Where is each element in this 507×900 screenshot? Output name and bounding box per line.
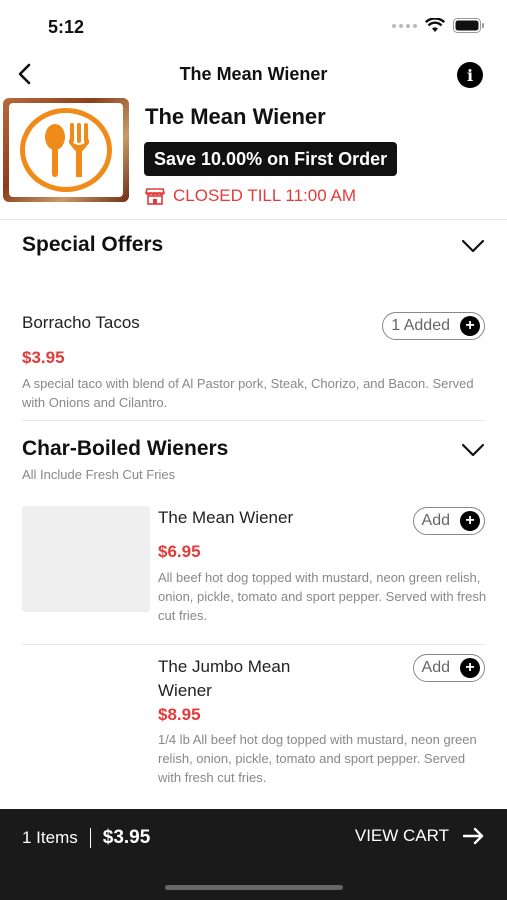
signal-icon [392, 23, 417, 28]
view-cart-label: VIEW CART [354, 826, 449, 845]
status-bar: 5:12 [0, 0, 507, 52]
add-button[interactable]: Add + [412, 654, 485, 682]
wifi-icon [425, 18, 445, 32]
cart-total: $3.95 [102, 827, 151, 848]
status-time: 5:12 [48, 17, 85, 37]
utensils-logo-icon [20, 108, 112, 192]
nav-title: The Mean Wiener [179, 64, 328, 84]
item-price: $3.95 [22, 348, 65, 367]
store-status: CLOSED TILL 11:00 AM [145, 186, 356, 206]
menu-list[interactable]: Special Offers Borracho Tacos 1 Added + … [0, 221, 507, 809]
add-button[interactable]: Add + [412, 507, 485, 535]
menu-item-jumbo-mean-wiener[interactable]: The Jumbo Mean Wiener Add + $8.95 1/4 lb… [0, 645, 507, 809]
closed-text: CLOSED TILL 11:00 AM [173, 186, 356, 205]
section-subtitle: All Include Fresh Cut Fries [22, 467, 176, 482]
cart-items-count: 1 Items [22, 828, 78, 847]
item-description: A special taco with blend of Al Pastor p… [22, 376, 474, 410]
section-title: Char-Boiled Wieners [22, 437, 229, 460]
battery-icon [453, 18, 484, 33]
store-header: The Mean Wiener Save 10.00% on First Ord… [0, 96, 507, 220]
added-label: 1 Added [391, 317, 450, 334]
promo-badge: Save 10.00% on First Order [144, 142, 398, 176]
item-name: Borracho Tacos [22, 313, 140, 332]
menu-item-borracho-tacos[interactable]: Borracho Tacos 1 Added + $3.95 A special… [0, 257, 507, 410]
plus-icon: + [460, 511, 480, 531]
store-icon [145, 188, 165, 205]
menu-item-mean-wiener[interactable]: The Mean Wiener Add + $6.95 All beef hot… [0, 494, 507, 644]
plus-icon: + [460, 658, 480, 678]
item-description: All beef hot dog topped with mustard, ne… [158, 570, 487, 623]
item-price: $6.95 [158, 542, 201, 561]
plus-icon: + [460, 316, 480, 336]
section-special-offers[interactable]: Special Offers [0, 221, 507, 257]
chevron-down-icon[interactable] [461, 239, 485, 253]
cart-separator [89, 828, 91, 848]
store-name: The Mean Wiener [145, 104, 326, 129]
add-label: Add [421, 659, 450, 676]
added-button[interactable]: 1 Added + [382, 312, 485, 340]
info-icon[interactable]: i [457, 62, 483, 88]
chevron-down-icon[interactable] [461, 443, 485, 457]
item-price: $8.95 [158, 705, 201, 724]
section-title: Special Offers [22, 233, 164, 256]
section-char-boiled-wieners[interactable]: Char-Boiled Wieners All Include Fresh Cu… [0, 421, 507, 482]
cart-bar: 1 Items $3.95 VIEW CART [0, 809, 507, 900]
item-image-placeholder [22, 506, 150, 612]
view-cart-button[interactable]: VIEW CART [355, 826, 485, 846]
nav-bar: The Mean Wiener i [0, 52, 507, 96]
item-description: 1/4 lb All beef hot dog topped with must… [158, 732, 477, 785]
store-logo [3, 98, 129, 202]
item-name: The Jumbo Mean Wiener [158, 657, 291, 700]
add-label: Add [421, 512, 450, 529]
item-name: The Mean Wiener [158, 508, 294, 527]
arrow-right-icon [463, 827, 484, 845]
home-indicator [165, 885, 343, 890]
status-icons [392, 18, 485, 33]
cart-summary: 1 Items $3.95 [22, 827, 150, 849]
